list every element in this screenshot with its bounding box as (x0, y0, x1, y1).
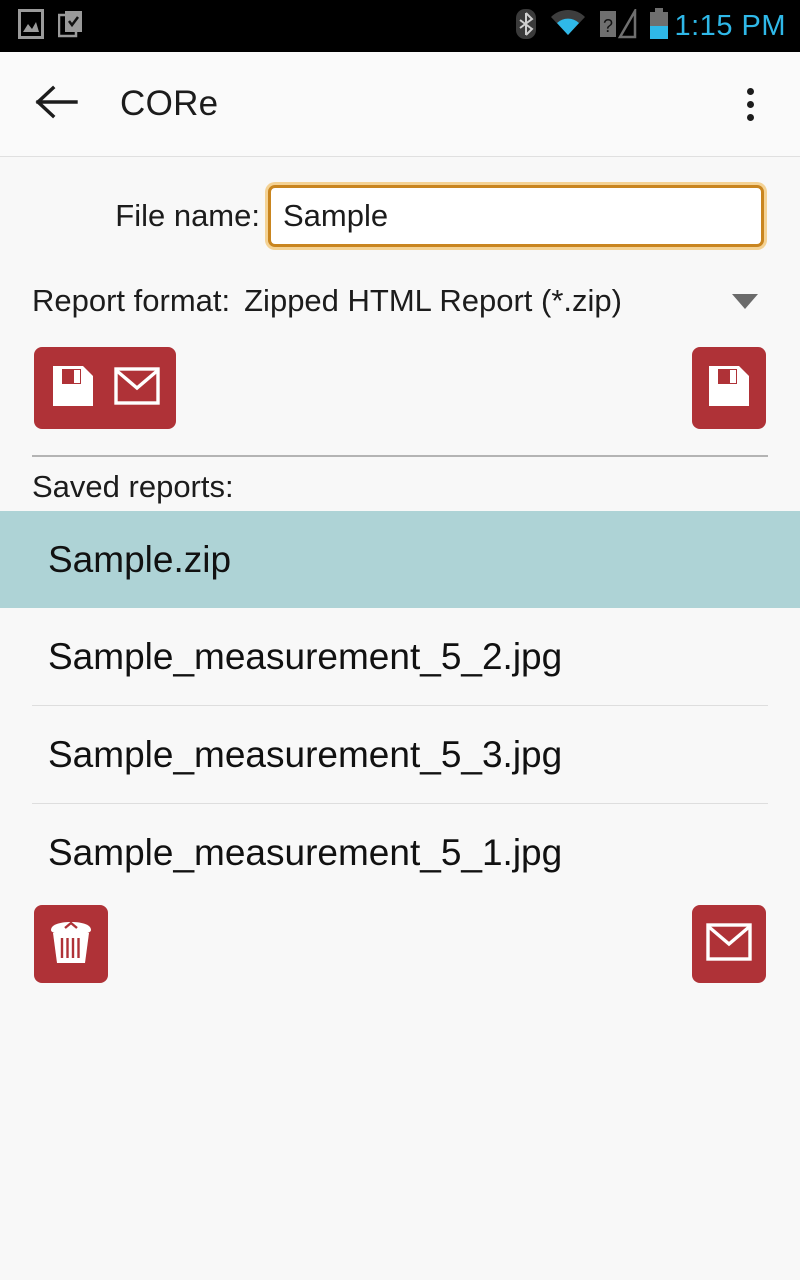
email-icon (114, 366, 160, 410)
saved-reports-label: Saved reports: (32, 469, 234, 504)
save-icon (706, 363, 752, 414)
overflow-dot-icon (746, 100, 754, 108)
report-format-value[interactable]: Zipped HTML Report (*.zip) (244, 283, 622, 319)
sim-unknown-icon: ? (599, 5, 637, 44)
overflow-dot-icon (746, 87, 754, 95)
overflow-dot-icon (746, 113, 754, 121)
file-name-row: File name: (0, 185, 800, 247)
svg-text:?: ? (602, 16, 612, 36)
chevron-down-icon[interactable] (732, 293, 758, 309)
save-icon (50, 363, 96, 414)
battery-icon (649, 7, 669, 45)
list-item[interactable]: Sample_measurement_5_2.jpg (0, 608, 800, 705)
status-bar: ? 1:15 PM (0, 0, 800, 52)
save-and-email-button[interactable] (34, 347, 176, 429)
app-bar: CORe (0, 52, 800, 157)
delete-button[interactable] (34, 905, 108, 983)
saved-reports-list: Sample.zip Sample_measurement_5_2.jpg Sa… (0, 511, 800, 901)
main-content: File name: Report format: Zipped HTML Re… (0, 185, 800, 983)
back-button[interactable] (34, 81, 80, 127)
wifi-icon (549, 9, 587, 44)
status-bar-clock: 1:15 PM (674, 9, 786, 42)
status-bar-left-icons (18, 8, 84, 44)
report-format-label: Report format: (32, 283, 231, 318)
report-format-row[interactable]: Report format: Zipped HTML Report (*.zip… (0, 283, 800, 319)
overflow-menu-button[interactable] (724, 74, 776, 134)
trash-icon (49, 919, 93, 970)
file-name-label: File name: (115, 198, 260, 233)
primary-actions-row (0, 347, 800, 429)
clipboard-check-icon (57, 9, 84, 44)
image-icon (18, 8, 44, 44)
page-title: CORe (120, 84, 219, 123)
bluetooth-icon (515, 8, 537, 45)
status-bar-right-icons: ? (515, 5, 669, 45)
file-name-input[interactable] (268, 185, 764, 247)
save-button[interactable] (692, 347, 766, 429)
list-item[interactable]: Sample_measurement_5_3.jpg (0, 706, 800, 803)
list-item[interactable]: Sample.zip (0, 511, 800, 608)
email-icon (706, 922, 752, 966)
secondary-actions-row (0, 905, 800, 983)
back-arrow-icon (35, 85, 79, 124)
list-item[interactable]: Sample_measurement_5_1.jpg (0, 804, 800, 901)
email-button[interactable] (692, 905, 766, 983)
